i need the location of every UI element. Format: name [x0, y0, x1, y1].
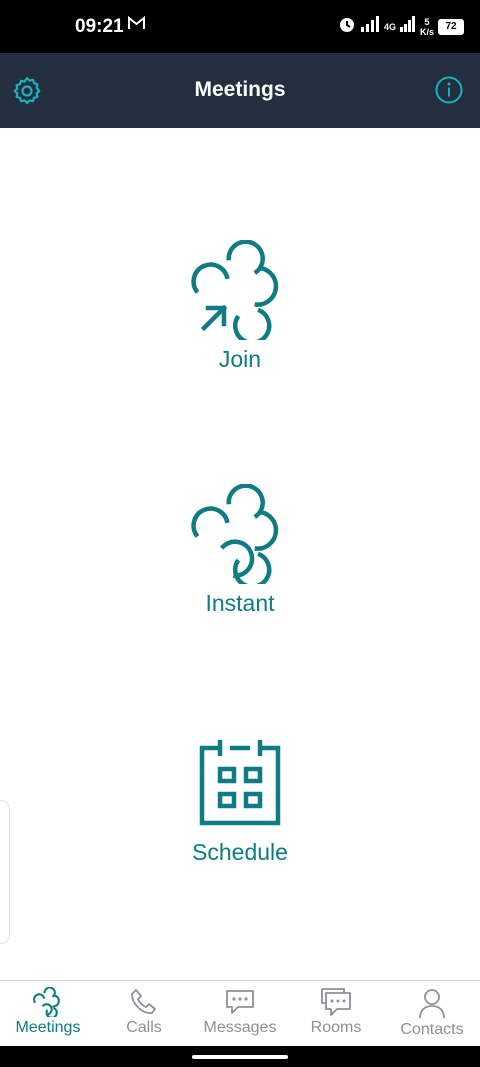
nav-meetings[interactable]: Meetings [0, 981, 96, 1047]
home-gesture-bar[interactable] [192, 1055, 288, 1059]
page-title: Meetings [194, 78, 286, 101]
nav-messages[interactable]: Messages [192, 981, 288, 1047]
gmail-icon [128, 15, 145, 35]
nav-label: Rooms [310, 1019, 362, 1036]
join-icon [191, 240, 279, 340]
side-panel-handle[interactable] [0, 800, 10, 944]
bottom-nav: Meetings Calls Messages Rooms Contacts [0, 980, 480, 1047]
status-time: 09:21 [75, 16, 124, 37]
chat-bubble-icon [226, 990, 254, 1014]
signal-icon-2 [399, 16, 416, 37]
nav-rooms[interactable]: Rooms [288, 981, 384, 1047]
app-header: Meetings [0, 53, 480, 128]
meetings-icon [33, 987, 60, 1017]
join-button[interactable]: Join [140, 240, 340, 373]
calendar-icon [199, 740, 281, 826]
nav-label: Messages [203, 1019, 277, 1036]
rooms-icon [321, 988, 351, 1016]
gesture-area [0, 1046, 480, 1067]
nav-label: Calls [126, 1019, 162, 1036]
instant-button[interactable]: Instant [140, 484, 340, 617]
instant-meeting-icon [191, 484, 279, 584]
info-icon [435, 76, 463, 104]
schedule-label: Schedule [192, 839, 288, 865]
nav-label: Meetings [15, 1019, 81, 1036]
status-bar: 09:21 4G 5 K/s 72 [0, 0, 480, 53]
nav-calls[interactable]: Calls [96, 981, 192, 1047]
join-label: Join [218, 346, 262, 372]
schedule-button[interactable]: Schedule [140, 733, 340, 866]
info-button[interactable] [434, 75, 466, 107]
person-icon [419, 989, 445, 1019]
nav-label: Contacts [400, 1021, 464, 1038]
instant-label: Instant [205, 590, 275, 616]
nav-contacts[interactable]: Contacts [384, 981, 480, 1047]
phone-icon [131, 989, 156, 1014]
signal-icon [360, 16, 380, 37]
network-type: 4G [383, 21, 396, 32]
battery-icon: 72 [438, 18, 464, 35]
alarm-icon [338, 15, 356, 38]
net-speed: 5 K/s [419, 16, 434, 37]
